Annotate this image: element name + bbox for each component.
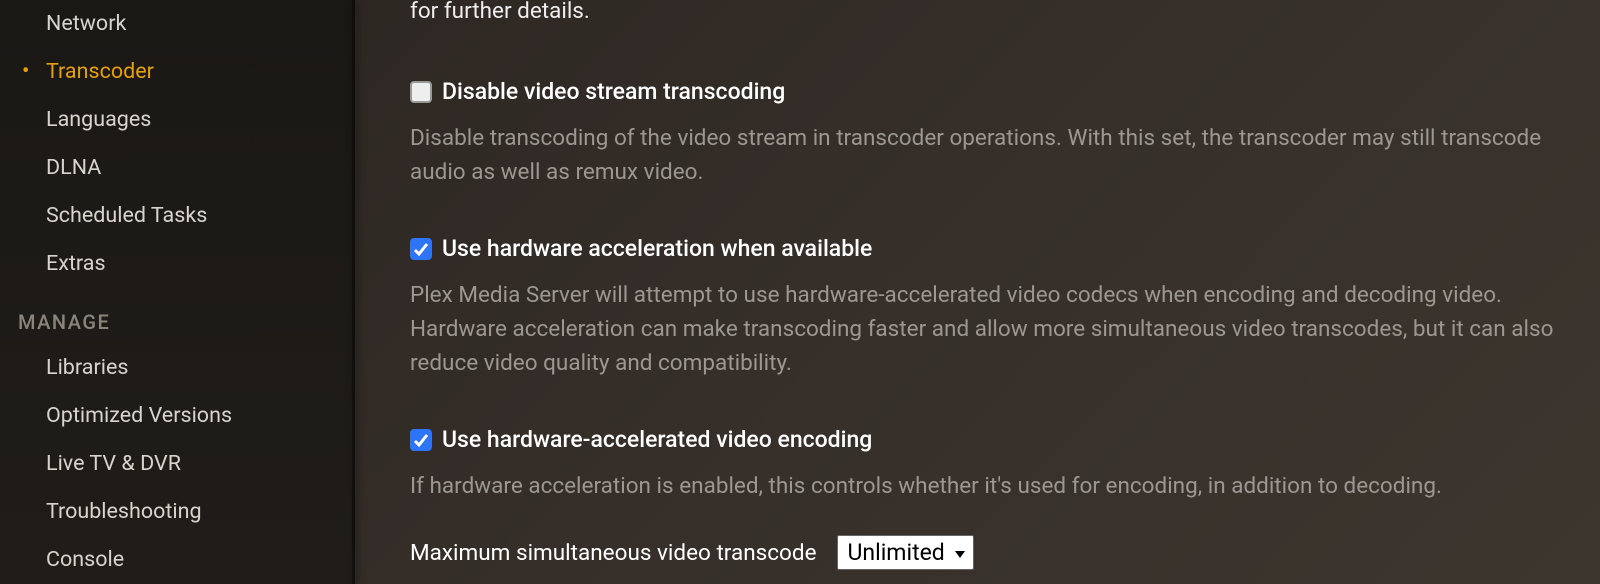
setting-label: Disable video stream transcoding [442,78,785,105]
setting-label-row: Disable video stream transcoding [410,78,1560,105]
checkbox-use-hardware-accelerated-encoding[interactable] [410,429,432,451]
sidebar-item-transcoder[interactable]: Transcoder [0,48,355,96]
checkbox-disable-video-stream-transcoding[interactable] [410,81,432,103]
check-icon [413,241,429,257]
sidebar-item-label: Optimized Versions [46,402,232,430]
setting-description: Plex Media Server will attempt to use ha… [410,278,1560,380]
sidebar-item-label: Troubleshooting [46,498,202,526]
sidebar-item-scheduled-tasks[interactable]: Scheduled Tasks [0,192,355,240]
sidebar-item-label: Network [46,10,126,38]
sidebar-item-label: Scheduled Tasks [46,202,207,230]
sidebar-item-live-tv-dvr[interactable]: Live TV & DVR [0,440,355,488]
setting-description: If hardware acceleration is enabled, thi… [410,469,1560,503]
sidebar-item-label: Languages [46,106,151,134]
settings-sidebar: Network Transcoder Languages DLNA Schedu… [0,0,355,584]
sidebar-item-label: Console [46,546,124,574]
intro-text-fragment: for further details. [410,0,1560,28]
checkbox-use-hardware-acceleration[interactable] [410,238,432,260]
sidebar-item-console[interactable]: Console [0,536,355,584]
sidebar-item-label: Extras [46,250,106,278]
select-max-transcode[interactable]: Unlimited [837,535,974,570]
sidebar-item-extras[interactable]: Extras [0,240,355,288]
sidebar-item-label: DLNA [46,154,101,182]
sidebar-item-languages[interactable]: Languages [0,96,355,144]
settings-panel: for further details. Disable video strea… [355,0,1600,584]
setting-label: Use hardware acceleration when available [442,235,872,262]
setting-max-simultaneous-transcode: Maximum simultaneous video transcode Unl… [410,535,1560,570]
setting-label-row: Use hardware acceleration when available [410,235,1560,262]
select-label: Maximum simultaneous video transcode [410,540,817,566]
sidebar-item-dlna[interactable]: DLNA [0,144,355,192]
sidebar-item-troubleshooting[interactable]: Troubleshooting [0,488,355,536]
sidebar-section-manage: MANAGE [0,288,355,344]
setting-use-hardware-accelerated-encoding: Use hardware-accelerated video encoding … [410,426,1560,503]
sidebar-item-label: Libraries [46,354,128,382]
sidebar-item-optimized-versions[interactable]: Optimized Versions [0,392,355,440]
setting-label: Use hardware-accelerated video encoding [442,426,872,453]
sidebar-item-label: Live TV & DVR [46,450,181,478]
sidebar-item-libraries[interactable]: Libraries [0,344,355,392]
setting-use-hardware-acceleration: Use hardware acceleration when available… [410,235,1560,380]
check-icon [413,432,429,448]
sidebar-item-network[interactable]: Network [0,0,355,48]
sidebar-item-label: Transcoder [46,58,154,86]
select-value: Unlimited [848,539,945,566]
setting-disable-video-stream-transcoding: Disable video stream transcoding Disable… [410,78,1560,189]
setting-description: Disable transcoding of the video stream … [410,121,1560,189]
setting-label-row: Use hardware-accelerated video encoding [410,426,1560,453]
